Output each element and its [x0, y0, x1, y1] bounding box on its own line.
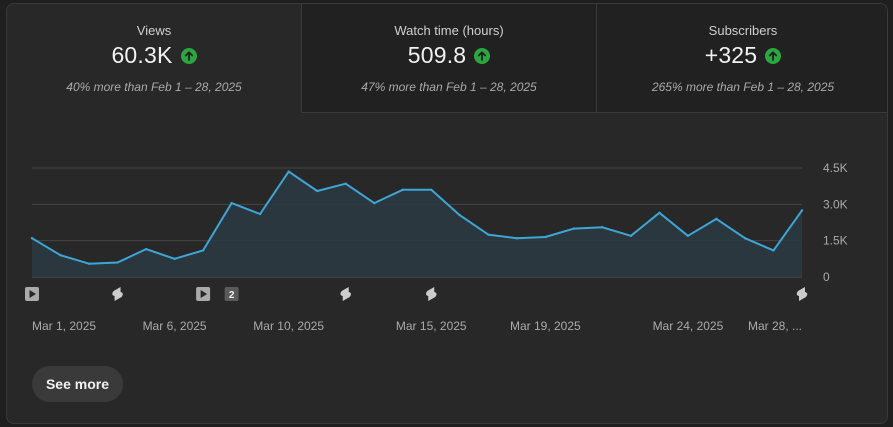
- data-point: [715, 217, 718, 221]
- data-point: [287, 170, 290, 173]
- data-point: [315, 189, 319, 193]
- shorts-marker-icon: [425, 287, 437, 301]
- y-tick-label: 0: [823, 270, 830, 284]
- data-point: [201, 249, 205, 252]
- x-tick-label: Mar 6, 2025: [143, 319, 207, 333]
- analytics-card: Views 60.3K 40% more than Feb 1 – 28, 20…: [6, 3, 888, 424]
- shorts-marker-icon: [796, 287, 808, 301]
- x-tick-label: Mar 28, ...: [748, 319, 802, 333]
- series-area: [32, 171, 802, 277]
- data-point: [515, 237, 519, 240]
- y-tick-label: 1.5K: [823, 234, 848, 248]
- data-point: [458, 214, 461, 217]
- data-point: [258, 212, 262, 216]
- count-marker-label: 2: [229, 290, 235, 301]
- data-point: [544, 235, 547, 239]
- data-point: [658, 211, 661, 215]
- data-point: [800, 209, 804, 212]
- views-chart: 0 1.5K 3.0K 4.5K 2 Mar 1, 2025 Mar 6, 2025 Mar …: [25, 161, 848, 333]
- data-point: [629, 234, 633, 238]
- data-point: [230, 201, 233, 205]
- data-point: [572, 227, 576, 230]
- data-point: [401, 188, 404, 191]
- y-tick-label: 4.5K: [823, 161, 848, 175]
- data-point: [144, 247, 148, 251]
- data-point: [116, 261, 119, 264]
- data-point: [430, 188, 433, 191]
- data-point: [487, 233, 490, 236]
- data-point: [30, 237, 34, 240]
- video-marker-icon: [25, 287, 39, 301]
- x-tick-label: Mar 19, 2025: [510, 319, 581, 333]
- video-marker-icon: [196, 287, 211, 301]
- data-point: [173, 257, 176, 261]
- data-point: [373, 201, 376, 205]
- data-point: [601, 226, 604, 229]
- shorts-marker-icon: [340, 287, 351, 301]
- see-more-button[interactable]: See more: [32, 366, 123, 402]
- data-point: [686, 234, 690, 238]
- data-point: [87, 262, 91, 265]
- x-tick-label: Mar 10, 2025: [253, 319, 324, 333]
- data-point: [743, 237, 747, 240]
- data-point: [772, 249, 775, 252]
- shorts-marker-icon: [112, 287, 123, 301]
- data-point: [344, 182, 347, 185]
- x-tick-label: Mar 24, 2025: [653, 319, 724, 333]
- x-tick-label: Mar 15, 2025: [396, 319, 467, 333]
- x-tick-label: Mar 1, 2025: [32, 319, 96, 333]
- y-tick-label: 3.0K: [823, 197, 848, 211]
- data-point: [59, 254, 62, 257]
